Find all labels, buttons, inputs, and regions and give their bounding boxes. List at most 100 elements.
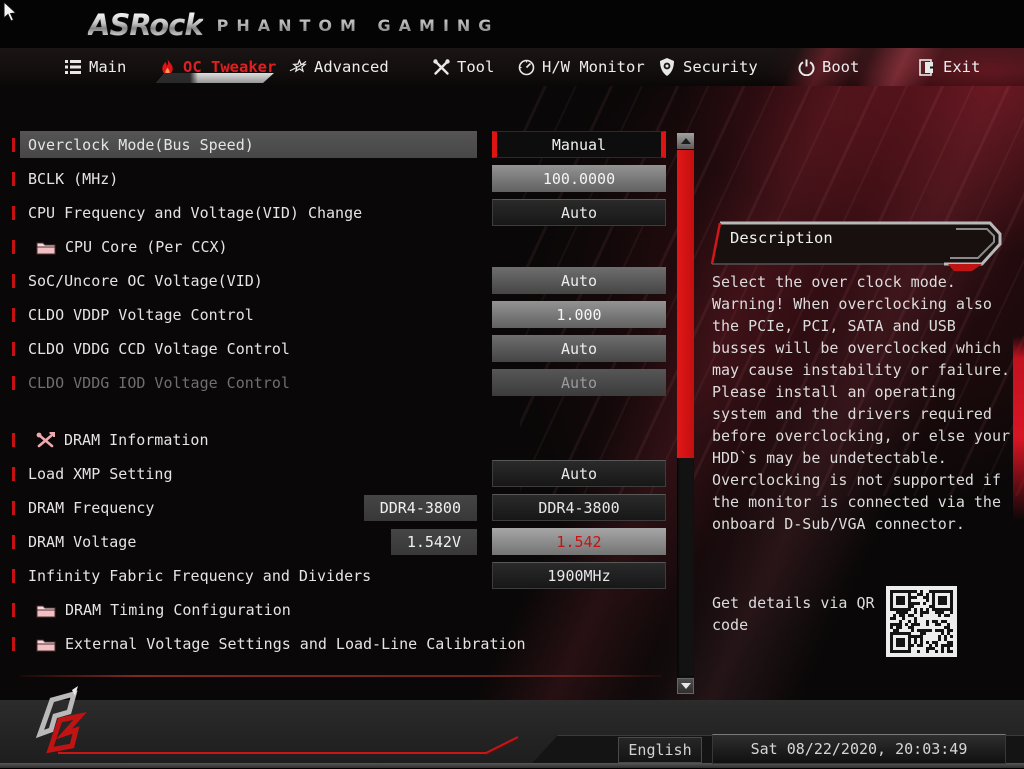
tab-advanced[interactable]: Advanced <box>289 48 389 86</box>
setting-value-button[interactable]: Manual <box>492 131 666 158</box>
row-tick-icon <box>12 138 15 152</box>
setting-value-button[interactable]: 1.000 <box>492 301 666 328</box>
tab-security[interactable]: Security <box>658 48 758 86</box>
tab-label: Tool <box>457 58 495 76</box>
setting-label: CLDO VDDP Voltage Control <box>28 306 254 324</box>
tools-icon <box>432 58 450 76</box>
scrollbar-thumb[interactable] <box>677 150 694 458</box>
row-tick-icon <box>12 637 15 651</box>
settings-row[interactable]: CPU Core (Per CCX) <box>12 230 666 264</box>
setting-label: DRAM Information <box>64 431 209 449</box>
list-divider <box>20 675 662 677</box>
settings-list: Overclock Mode(Bus Speed) Manual BCLK (M… <box>12 128 666 661</box>
setting-label: External Voltage Settings and Load-Line … <box>65 635 526 653</box>
settings-row[interactable]: External Voltage Settings and Load-Line … <box>12 627 666 661</box>
setting-label: DRAM Frequency <box>28 499 155 517</box>
tab-label: Boot <box>822 58 860 76</box>
qr-hint-text: Get details via QR code <box>712 594 875 634</box>
setting-value-button[interactable]: Auto <box>492 267 666 294</box>
triangle-down-icon <box>680 683 691 689</box>
description-text: Select the over clock mode. Warning! Whe… <box>712 273 1011 533</box>
triangle-up-icon <box>680 138 691 144</box>
setting-label: SoC/Uncore OC Voltage(VID) <box>28 272 263 290</box>
row-tick-icon <box>12 376 15 390</box>
settings-row[interactable]: Overclock Mode(Bus Speed) Manual <box>12 128 666 162</box>
qr-code <box>886 586 957 657</box>
setting-value-button[interactable]: Auto <box>492 460 666 487</box>
setting-current-value: DDR4-3800 <box>363 495 477 521</box>
row-tick-icon <box>12 535 15 549</box>
setting-label: DRAM Timing Configuration <box>65 601 291 619</box>
setting-label: CLDO VDDG IOD Voltage Control <box>28 374 290 392</box>
settings-row[interactable]: CPU Frequency and Voltage(VID) Change Au… <box>12 196 666 230</box>
qr-code-image <box>890 590 953 653</box>
phantom-gaming-logo <box>35 686 87 754</box>
setting-label: CLDO VDDG CCD Voltage Control <box>28 340 290 358</box>
tab-hw-monitor[interactable]: H/W Monitor <box>517 48 645 86</box>
row-tick-icon <box>12 501 15 515</box>
settings-row[interactable]: BCLK (MHz) 100.0000 <box>12 162 666 196</box>
settings-row[interactable]: DRAM Timing Configuration <box>12 593 666 627</box>
star-icon <box>289 58 307 76</box>
folder-icon <box>36 240 56 255</box>
row-tick-icon <box>12 206 15 220</box>
row-tick-icon <box>12 467 15 481</box>
setting-value-button[interactable]: Auto <box>492 369 666 396</box>
setting-label: Infinity Fabric Frequency and Dividers <box>28 567 372 585</box>
description-title: Description <box>730 229 833 247</box>
tab-label: Security <box>683 58 758 76</box>
settings-row[interactable]: DRAM Information <box>12 423 666 457</box>
tab-main[interactable]: Main <box>64 48 126 86</box>
folder-icon <box>36 637 56 652</box>
description-header: Description <box>704 220 1004 272</box>
tab-boot[interactable]: Boot <box>797 48 859 86</box>
setting-label: CPU Frequency and Voltage(VID) Change <box>28 204 363 222</box>
tab-label: Exit <box>943 58 981 76</box>
settings-row[interactable]: CLDO VDDG IOD Voltage Control Auto <box>12 366 666 400</box>
active-tab-underline <box>156 73 274 83</box>
row-tick-icon <box>12 308 15 322</box>
scroll-down-button[interactable] <box>677 678 694 694</box>
setting-value-button[interactable]: Auto <box>492 335 666 362</box>
dram-tools-icon <box>36 431 55 449</box>
row-tick-icon <box>12 433 15 447</box>
setting-value-button[interactable]: DDR4-3800 <box>492 494 666 521</box>
settings-row[interactable]: CLDO VDDG CCD Voltage Control Auto <box>12 332 666 366</box>
tab-label: Main <box>89 58 127 76</box>
row-tick-icon <box>12 603 15 617</box>
settings-row[interactable]: SoC/Uncore OC Voltage(VID) Auto <box>12 264 666 298</box>
settings-row[interactable]: DRAM Voltage 1.542V 1.542 <box>12 525 666 559</box>
settings-row[interactable]: Infinity Fabric Frequency and Dividers 1… <box>12 559 666 593</box>
setting-value-button[interactable]: 1900MHz <box>492 562 666 589</box>
setting-value-button[interactable]: 1.542 <box>492 528 666 555</box>
settings-row[interactable]: DRAM Frequency DDR4-3800 DDR4-3800 <box>12 491 666 525</box>
setting-label: DRAM Voltage <box>28 533 137 551</box>
phantom-gaming-wordmark: PHANTOM GAMING <box>216 15 500 35</box>
setting-value-button[interactable]: Auto <box>492 199 666 226</box>
scroll-up-button[interactable] <box>677 133 694 149</box>
setting-current-value: 1.542V <box>390 529 477 555</box>
row-tick-icon <box>12 172 15 186</box>
scrollbar <box>677 133 694 694</box>
shield-icon <box>658 58 676 76</box>
tab-label: H/W Monitor <box>542 58 645 76</box>
language-button[interactable]: English <box>618 737 702 763</box>
tab-exit[interactable]: Exit <box>918 48 980 86</box>
brand-logo: ASRock PHANTOM GAMING <box>88 8 499 42</box>
setting-value-button[interactable]: 100.0000 <box>492 165 666 192</box>
setting-label: CPU Core (Per CCX) <box>65 238 228 256</box>
gauge-icon <box>517 58 535 76</box>
datetime-display: Sat 08/22/2020, 20:03:49 <box>712 734 1006 764</box>
row-tick-icon <box>12 240 15 254</box>
row-spacer <box>12 400 666 423</box>
settings-row[interactable]: CLDO VDDP Voltage Control 1.000 <box>12 298 666 332</box>
tab-label: Advanced <box>314 58 389 76</box>
folder-icon <box>36 603 56 618</box>
exit-door-icon <box>918 58 936 76</box>
power-icon <box>797 58 815 76</box>
nav-bar: Main OC Tweaker Advanced Tool H/W Monito… <box>0 48 1024 87</box>
footer-bar: English Sat 08/22/2020, 20:03:49 <box>0 686 1024 768</box>
list-icon <box>64 58 82 76</box>
tab-tool[interactable]: Tool <box>432 48 494 86</box>
settings-row[interactable]: Load XMP Setting Auto <box>12 457 666 491</box>
